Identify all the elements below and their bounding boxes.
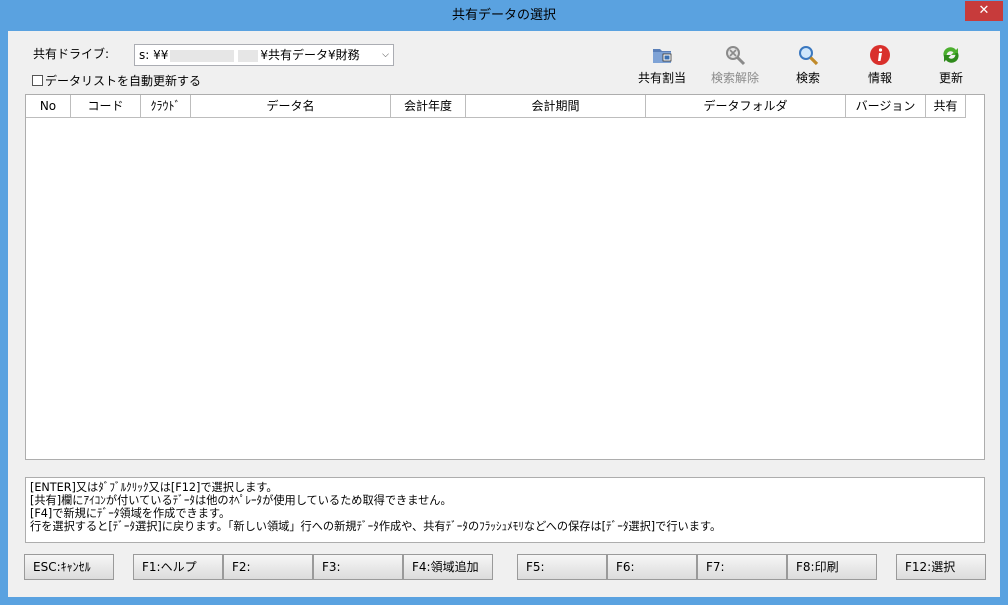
f3-button[interactable]: F3:: [313, 554, 403, 580]
clear-search-button[interactable]: 検索解除: [700, 43, 770, 87]
column-header-shared[interactable]: 共有: [926, 95, 966, 118]
drive-value-prefix: s: ¥¥: [139, 48, 169, 62]
info-label: 情報: [867, 71, 892, 85]
share-assign-label: 共有割当: [637, 71, 686, 85]
chevron-down-icon[interactable]: ⌵: [382, 45, 389, 65]
help-line: [共有]欄にｱｲｺﾝが付いているﾃﾞｰﾀは他のｵﾍﾟﾚｰﾀが使用しているため取得…: [30, 494, 452, 507]
redacted-segment: [238, 49, 259, 62]
column-header-fiscal-period[interactable]: 会計期間: [466, 95, 646, 118]
refresh-icon: [943, 47, 959, 63]
column-header-fiscal-year[interactable]: 会計年度: [391, 95, 466, 118]
refresh-button[interactable]: 更新: [916, 43, 986, 87]
info-icon: [870, 45, 890, 65]
f5-button[interactable]: F5:: [517, 554, 607, 580]
refresh-label: 更新: [938, 71, 963, 85]
drive-value-suffix: ¥共有データ¥財務: [260, 48, 360, 62]
help-line: 行を選択すると[ﾃﾞｰﾀ選択]に戻ります。「新しい領域」行への新規ﾃﾞｰﾀ作成や…: [30, 520, 722, 533]
dialog-body: 共有ドライブ: s: ¥¥ ¥共有データ¥財務 ⌵ データリストを自動更新する 共…: [8, 31, 1000, 597]
auto-refresh-checkbox[interactable]: データリストを自動更新する: [32, 72, 201, 88]
column-header-code[interactable]: コード: [71, 95, 141, 118]
drive-select[interactable]: s: ¥¥ ¥共有データ¥財務 ⌵: [134, 44, 394, 66]
help-text-panel: [ENTER]又はﾀﾞﾌﾞﾙｸﾘｯｸ又は[F12]で選択します。 [共有]欄にｱ…: [25, 477, 985, 543]
search-icon: [799, 46, 819, 66]
info-button[interactable]: 情報: [845, 43, 915, 87]
help-line: [ENTER]又はﾀﾞﾌﾞﾙｸﾘｯｸ又は[F12]で選択します。: [30, 481, 278, 494]
close-button[interactable]: ✕: [965, 1, 1003, 21]
drive-label: 共有ドライブ:: [33, 47, 110, 61]
esc-cancel-button[interactable]: ESC:ｷｬﾝｾﾙ: [24, 554, 114, 580]
data-grid[interactable]: No コード ｸﾗｳﾄﾞ データ名 会計年度 会計期間 データフォルダ バージョ…: [25, 94, 985, 460]
share-assign-button[interactable]: 共有割当: [627, 43, 697, 87]
search-label: 検索: [795, 71, 820, 85]
clear-search-icon: [726, 46, 746, 66]
column-header-version[interactable]: バージョン: [846, 95, 926, 118]
redacted-segment: [170, 49, 235, 62]
column-header-cloud[interactable]: ｸﾗｳﾄﾞ: [141, 95, 191, 118]
share-folder-icon: [653, 49, 672, 63]
clear-search-label: 検索解除: [710, 71, 759, 85]
f1-help-button[interactable]: F1:ヘルプ: [133, 554, 223, 580]
f4-add-area-button[interactable]: F4:領域追加: [403, 554, 493, 580]
dialog-window: 共有データの選択 ✕ 共有ドライブ: s: ¥¥ ¥共有データ¥財務 ⌵ データリ…: [0, 0, 1008, 605]
f6-button[interactable]: F6:: [607, 554, 697, 580]
grid-header: No コード ｸﾗｳﾄﾞ データ名 会計年度 会計期間 データフォルダ バージョ…: [26, 95, 966, 118]
help-line: [F4]で新規にﾃﾞｰﾀ領域を作成できます。: [30, 507, 231, 520]
column-header-data-folder[interactable]: データフォルダ: [646, 95, 846, 118]
window-title: 共有データの選択: [451, 8, 556, 23]
title-bar[interactable]: 共有データの選択 ✕: [0, 0, 1008, 31]
f2-button[interactable]: F2:: [223, 554, 313, 580]
search-button[interactable]: 検索: [773, 43, 843, 87]
column-header-data-name[interactable]: データ名: [191, 95, 391, 118]
auto-refresh-label: データリストを自動更新する: [45, 73, 202, 88]
f8-print-button[interactable]: F8:印刷: [787, 554, 877, 580]
f12-select-button[interactable]: F12:選択: [896, 554, 986, 580]
checkbox-box[interactable]: [32, 74, 43, 86]
f7-button[interactable]: F7:: [697, 554, 787, 580]
column-header-no[interactable]: No: [26, 95, 71, 118]
